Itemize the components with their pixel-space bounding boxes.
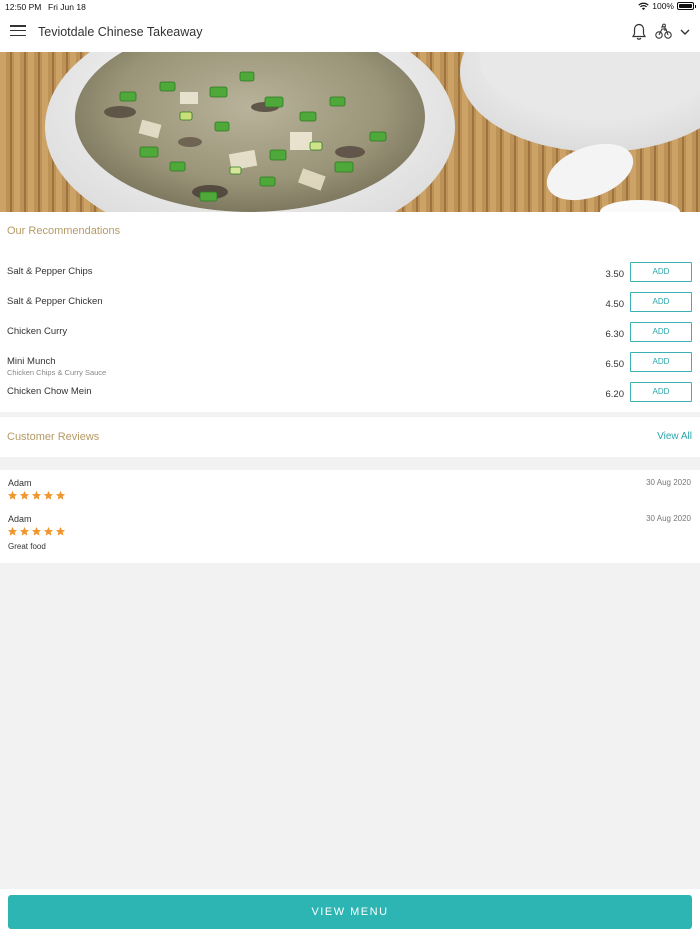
add-button[interactable]: ADD — [630, 352, 692, 372]
star-icon — [55, 490, 66, 500]
view-all-link[interactable]: View All — [657, 431, 692, 442]
item-price: 3.50 — [605, 269, 625, 280]
review-date: 30 Aug 2020 — [646, 514, 691, 523]
item-price: 6.20 — [605, 389, 625, 400]
item-name: Salt & Pepper Chips — [7, 266, 93, 277]
list-item: Salt & Pepper Chips 3.50 ADD — [0, 260, 700, 290]
list-item: Mini Munch Chicken Chips & Curry Sauce 6… — [0, 350, 700, 380]
item-name: Chicken Chow Mein — [7, 386, 92, 397]
add-button[interactable]: ADD — [630, 322, 692, 342]
reviews-list: Adam 30 Aug 2020 Adam 30 Aug 2020 Great … — [0, 470, 700, 563]
reviews-title: Customer Reviews — [7, 431, 100, 443]
item-subtitle: Chicken Chips & Curry Sauce — [7, 368, 107, 377]
star-icon — [7, 526, 18, 536]
star-rating — [7, 490, 66, 501]
add-button[interactable]: ADD — [630, 262, 692, 282]
battery-icon — [677, 2, 696, 10]
status-right: 100% — [638, 1, 696, 11]
add-button[interactable]: ADD — [630, 292, 692, 312]
status-bar: 12:50 PM Fri Jun 18 100% — [0, 0, 700, 14]
item-name: Salt & Pepper Chicken — [7, 296, 103, 307]
recommendations-section: Our Recommendations Salt & Pepper Chips … — [0, 212, 700, 412]
star-icon — [31, 490, 42, 500]
item-name: Chicken Curry — [7, 326, 68, 337]
bell-icon[interactable] — [631, 23, 647, 41]
status-time: 12:50 PM — [5, 2, 42, 12]
review-author: Adam — [8, 514, 32, 524]
review-author: Adam — [8, 478, 32, 488]
view-menu-button[interactable]: VIEW MENU — [8, 895, 692, 929]
item-price: 4.50 — [605, 299, 625, 310]
item-price: 6.50 — [605, 359, 625, 370]
star-rating — [7, 526, 66, 537]
list-item: Chicken Chow Mein 6.20 ADD — [0, 380, 700, 410]
hot-and-sour-soup-photo — [0, 52, 700, 212]
review-text: Great food — [8, 542, 46, 551]
battery-percent: 100% — [652, 1, 674, 11]
review-date: 30 Aug 2020 — [646, 478, 691, 487]
reviews-header: Customer Reviews View All — [0, 417, 700, 457]
star-icon — [43, 526, 54, 536]
delivery-scooter-icon[interactable] — [654, 23, 692, 41]
star-icon — [43, 490, 54, 500]
status-date: Fri Jun 18 — [48, 2, 86, 12]
recommendations-title: Our Recommendations — [7, 225, 121, 237]
hero-image — [0, 52, 700, 212]
chevron-down-icon — [680, 29, 690, 35]
add-button[interactable]: ADD — [630, 382, 692, 402]
bottom-bar: VIEW MENU — [0, 889, 700, 934]
app-header: Teviotdale Chinese Takeaway — [0, 14, 700, 52]
list-item: Salt & Pepper Chicken 4.50 ADD — [0, 290, 700, 320]
item-price: 6.30 — [605, 329, 625, 340]
star-icon — [31, 526, 42, 536]
wifi-icon — [638, 2, 649, 10]
hamburger-menu-icon[interactable] — [10, 25, 26, 39]
item-name: Mini Munch — [7, 356, 56, 367]
star-icon — [19, 526, 30, 536]
star-icon — [7, 490, 18, 500]
list-item: Chicken Curry 6.30 ADD — [0, 320, 700, 350]
page-title: Teviotdale Chinese Takeaway — [38, 25, 203, 39]
star-icon — [19, 490, 30, 500]
star-icon — [55, 526, 66, 536]
